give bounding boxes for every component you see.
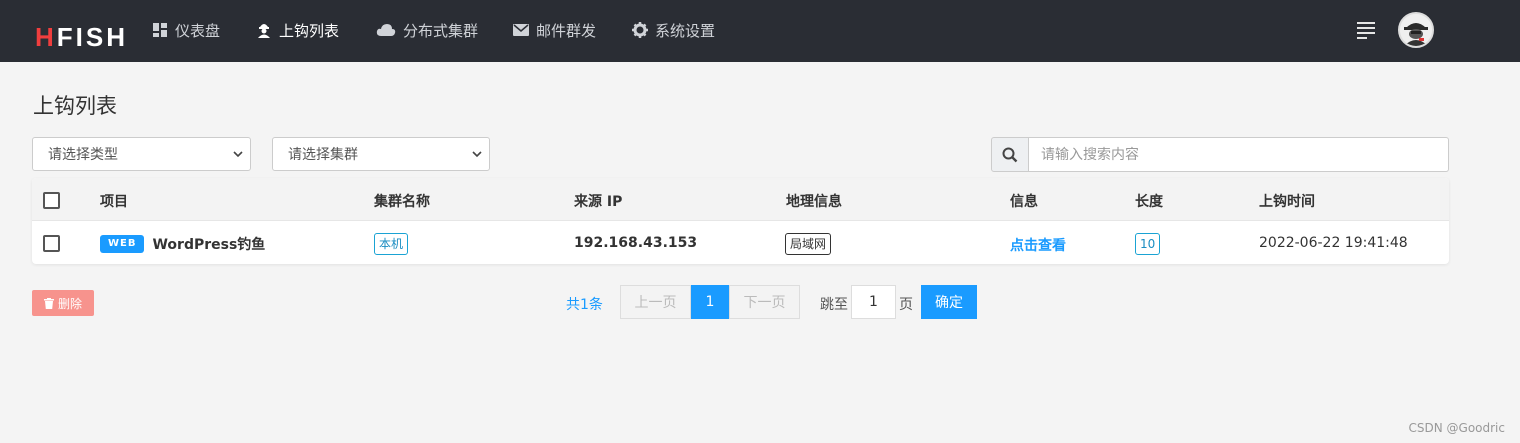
search-input[interactable] — [1029, 137, 1449, 172]
type-select[interactable]: 请选择类型 — [32, 137, 251, 171]
delete-button[interactable]: 删除 — [32, 290, 94, 316]
length-cell: 10 — [1135, 233, 1161, 255]
search-box — [991, 137, 1449, 172]
table-header: 项目 集群名称 来源 IP 地理信息 信息 长度 上钩时间 — [32, 178, 1449, 221]
menu-icon[interactable] — [1357, 22, 1375, 39]
chevron-down-icon — [472, 151, 482, 158]
mail-icon — [512, 21, 530, 39]
prev-page-button[interactable]: 上一页 — [620, 285, 691, 319]
pagination-total: 共1条 — [566, 297, 603, 313]
cluster-select[interactable]: 请选择集群 — [272, 137, 490, 171]
cluster-cell: 本机 — [374, 233, 409, 255]
hook-table: 项目 集群名称 来源 IP 地理信息 信息 长度 上钩时间 WEB WordPr… — [32, 178, 1449, 264]
search-button[interactable] — [991, 137, 1029, 172]
cluster-badge: 本机 — [374, 233, 409, 255]
project-cell: WEB WordPress钓鱼 — [100, 234, 265, 254]
page-1-button[interactable]: 1 — [691, 285, 729, 319]
watermark: CSDN @Goodric — [1408, 421, 1506, 435]
confirm-jump-button[interactable]: 确定 — [921, 285, 977, 319]
cloud-icon — [375, 21, 397, 39]
column-header-project: 项目 — [100, 194, 128, 210]
column-header-geo: 地理信息 — [786, 194, 842, 210]
column-header-cluster: 集群名称 — [374, 194, 430, 210]
jump-page-input[interactable] — [851, 285, 896, 319]
source-ip: 192.168.43.153 — [574, 235, 698, 251]
pagination: 上一页 1 下一页 — [620, 285, 800, 319]
select-all-checkbox[interactable] — [43, 192, 60, 209]
hook-time: 2022-06-22 19:41:48 — [1259, 235, 1408, 251]
chevron-down-icon — [233, 151, 243, 158]
length-badge: 10 — [1135, 233, 1161, 255]
gear-icon — [631, 21, 649, 39]
column-header-length: 长度 — [1135, 194, 1163, 210]
nav-item-cluster[interactable]: 分布式集群 — [375, 18, 478, 42]
next-page-button[interactable]: 下一页 — [729, 285, 800, 319]
geo-badge: 局域网 — [785, 233, 832, 255]
type-badge: WEB — [100, 235, 145, 253]
hfish-logo[interactable]: H FISH — [35, 22, 128, 52]
view-info-link[interactable]: 点击查看 — [1010, 235, 1066, 255]
dashboard-icon — [151, 21, 169, 39]
row-checkbox[interactable] — [43, 235, 60, 252]
trash-icon — [43, 297, 54, 309]
project-name: WordPress钓鱼 — [152, 237, 266, 253]
hacker-icon — [255, 21, 273, 39]
nav-item-mail[interactable]: 邮件群发 — [512, 18, 596, 42]
page-unit-label: 页 — [899, 297, 913, 313]
column-header-time: 上钩时间 — [1259, 194, 1315, 210]
user-avatar[interactable] — [1398, 12, 1434, 48]
nav-item-dashboard[interactable]: 仪表盘 — [151, 18, 220, 42]
page-title: 上钩列表 — [33, 94, 117, 118]
geo-cell: 局域网 — [785, 233, 832, 255]
nav-item-hook-list[interactable]: 上钩列表 — [255, 18, 339, 42]
top-navbar: H FISH 仪表盘 上钩列表 分布式集群 邮件群发 系统设置 — [0, 0, 1520, 62]
column-header-info: 信息 — [1010, 194, 1038, 210]
jump-to-label: 跳至 — [820, 297, 848, 313]
nav-item-settings[interactable]: 系统设置 — [631, 18, 715, 42]
column-header-source-ip: 来源 IP — [574, 194, 623, 210]
search-icon — [1002, 147, 1018, 162]
